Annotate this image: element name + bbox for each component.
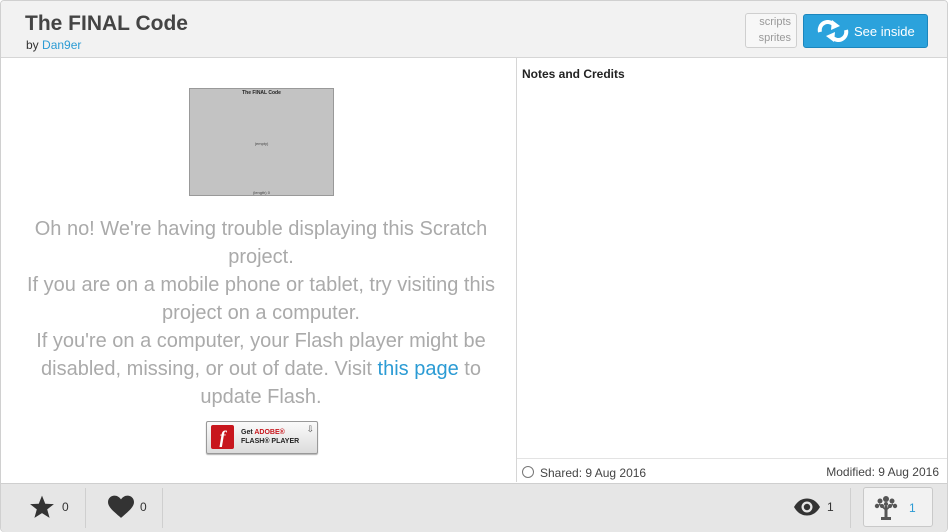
message-line-3: If you're on a computer, your Flash play… bbox=[21, 327, 501, 411]
flash-error-message: Oh no! We're having trouble displaying t… bbox=[21, 215, 501, 411]
project-header: The FINAL Code by Dan9er scripts sprites… bbox=[1, 1, 947, 58]
favorites-count: 0 bbox=[62, 500, 69, 514]
tab-scripts[interactable]: scripts bbox=[759, 16, 791, 28]
thumbnail-middle-text: (empty) bbox=[254, 141, 269, 146]
remix-tree-button[interactable]: 1 bbox=[863, 487, 933, 527]
tab-sprites[interactable]: sprites bbox=[759, 32, 791, 44]
thumbnail-title: The FINAL Code bbox=[242, 90, 281, 96]
heart-icon bbox=[108, 495, 134, 518]
project-page: The FINAL Code by Dan9er scripts sprites… bbox=[0, 0, 948, 532]
divider bbox=[162, 488, 163, 528]
divider bbox=[850, 488, 851, 528]
download-arrow-icon: ⇩ bbox=[306, 424, 314, 434]
star-icon bbox=[30, 495, 54, 518]
remix-arrows-icon bbox=[817, 20, 849, 42]
eye-icon bbox=[794, 498, 820, 516]
views-count: 1 bbox=[827, 500, 834, 514]
byline: by Dan9er bbox=[26, 38, 81, 52]
project-title: The FINAL Code bbox=[25, 12, 188, 35]
notes-panel: Notes and Credits bbox=[517, 58, 947, 458]
remix-tree-icon bbox=[874, 496, 898, 520]
message-line-1: Oh no! We're having trouble displaying t… bbox=[34, 218, 488, 268]
flash-badge-product: FLASH® PLAYER bbox=[241, 438, 300, 445]
notes-title: Notes and Credits bbox=[522, 67, 625, 81]
divider bbox=[85, 488, 86, 528]
byline-prefix: by bbox=[26, 38, 39, 52]
modified-date: Modified: 9 Aug 2016 bbox=[826, 465, 939, 479]
loves-count: 0 bbox=[140, 500, 147, 514]
flash-badge-adobe: ADOBE® bbox=[254, 429, 285, 436]
shared-icon bbox=[522, 466, 534, 478]
flash-badge-line1: Get ADOBE® bbox=[241, 429, 285, 436]
shared-date: Shared: 9 Aug 2016 bbox=[522, 465, 646, 480]
see-inside-button[interactable]: See inside bbox=[803, 14, 928, 48]
project-player: The FINAL Code (empty) (length) 0 Oh no!… bbox=[5, 58, 517, 482]
update-flash-link[interactable]: this page bbox=[378, 358, 459, 380]
flash-logo-icon: f bbox=[211, 425, 234, 449]
get-flash-player-button[interactable]: f Get ADOBE® FLASH® PLAYER ⇩ bbox=[206, 421, 318, 454]
project-dates: Shared: 9 Aug 2016 Modified: 9 Aug 2016 bbox=[517, 458, 947, 483]
see-inside-label: See inside bbox=[854, 24, 915, 39]
flash-badge-get: Get bbox=[241, 429, 253, 436]
view-tabs: scripts sprites bbox=[745, 13, 797, 48]
remixes-count: 1 bbox=[909, 501, 916, 515]
author-link[interactable]: Dan9er bbox=[42, 38, 81, 52]
stats-bar: 0 0 1 1 bbox=[1, 483, 947, 532]
shared-date-text: Shared: 9 Aug 2016 bbox=[540, 466, 647, 480]
message-line-2: If you are on a mobile phone or tablet, … bbox=[26, 274, 496, 324]
thumbnail-bottom-text: (length) 0 bbox=[253, 190, 270, 195]
project-thumbnail: The FINAL Code (empty) (length) 0 bbox=[189, 88, 334, 196]
